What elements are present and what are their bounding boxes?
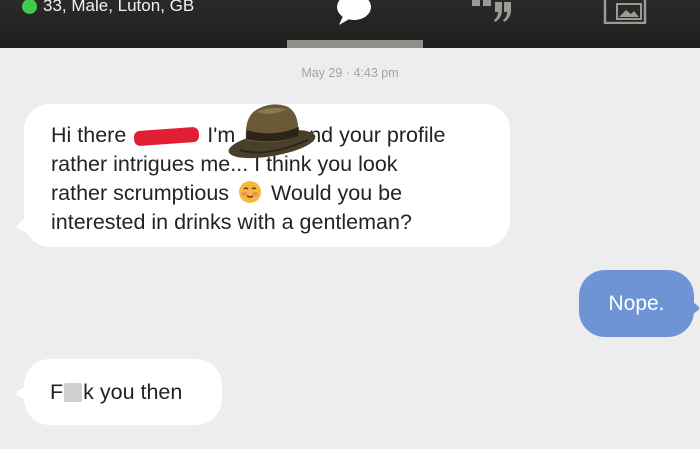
message-text: Hi there <box>51 123 127 147</box>
message-text: F <box>50 380 64 404</box>
message-text: rather intrigues me... <box>51 152 255 176</box>
message-text: and your profile <box>297 123 446 147</box>
tab-chat[interactable] <box>336 0 372 31</box>
message-text: k you then <box>83 380 183 404</box>
message-text: Would you be <box>271 181 403 205</box>
chat-header: 33, Male, Luton, GB <box>0 0 700 48</box>
incoming-message: Fk you then <box>24 359 222 425</box>
message-timestamp: May 29 · 4:43 pm <box>301 66 399 80</box>
message-text: rather scrumptious <box>51 181 230 205</box>
chat-bubble-icon <box>337 0 371 25</box>
fedora-hat-sticker <box>228 104 316 159</box>
profile-status-text: 33, Male, Luton, GB <box>43 0 195 15</box>
smiling-face-emoji-icon <box>239 181 262 203</box>
outgoing-message: Nope. <box>579 270 694 337</box>
tab-quotes[interactable] <box>471 0 513 31</box>
online-indicator-icon <box>22 0 37 14</box>
quote-icon <box>472 0 511 22</box>
message-line: interested in drinks with a gentleman? <box>51 210 412 234</box>
message-line: rather scrumptious Would you be <box>51 179 510 208</box>
tab-photos[interactable] <box>603 0 647 29</box>
redaction-mark <box>133 126 200 147</box>
active-tab-indicator <box>287 40 423 48</box>
profile-status: 33, Male, Luton, GB <box>22 0 194 16</box>
censor-mark <box>64 383 83 402</box>
photos-icon <box>603 0 647 25</box>
